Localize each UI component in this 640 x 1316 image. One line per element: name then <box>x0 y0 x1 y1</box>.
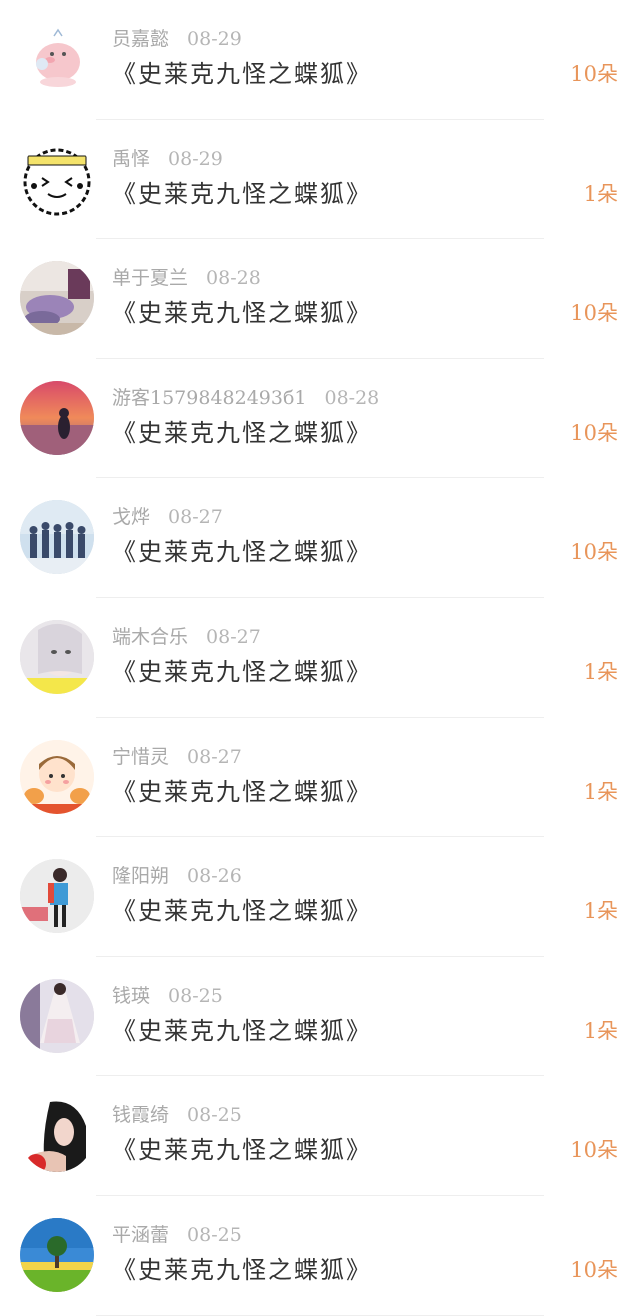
avatar[interactable] <box>20 500 94 575</box>
sender-name: 端木合乐 <box>112 625 189 648</box>
book-title: 《史莱克九怪之蝶狐》 <box>112 538 372 567</box>
sender-name: 单于夏兰 <box>112 267 189 290</box>
book-title: 《史莱克九怪之蝶狐》 <box>112 1136 372 1165</box>
list-item[interactable]: 单于夏兰 08-28 《史莱克九怪之蝶狐》 10朵 <box>0 239 640 359</box>
avatar[interactable] <box>20 380 94 455</box>
avatar[interactable] <box>20 1217 94 1292</box>
avatar[interactable] <box>20 22 94 96</box>
gift-date: 08-25 <box>187 1104 242 1127</box>
sender-name: 隆阳朔 <box>112 865 170 888</box>
book-title: 《史莱克九怪之蝶狐》 <box>112 418 372 447</box>
gift-date: 08-25 <box>187 1223 242 1246</box>
sender-name: 平涵蕾 <box>112 1223 170 1246</box>
gift-date: 08-25 <box>168 984 223 1007</box>
gift-amount: 10朵 <box>570 1257 618 1282</box>
sender-name: 戈烨 <box>112 506 151 529</box>
sender-meta: 宁惜灵 08-27 <box>112 742 242 769</box>
gift-date: 08-29 <box>168 147 223 170</box>
sender-meta: 禹怿 08-29 <box>112 144 223 171</box>
avatar[interactable] <box>20 1098 94 1173</box>
sender-name: 钱霞绮 <box>112 1104 170 1127</box>
book-title: 《史莱克九怪之蝶狐》 <box>112 299 372 328</box>
avatar[interactable] <box>20 261 94 336</box>
list-item[interactable]: 隆阳朔 08-26 《史莱克九怪之蝶狐》 1朵 <box>0 837 640 957</box>
list-item[interactable]: 游客15798482493б1 08-28 《史莱克九怪之蝶狐》 10朵 <box>0 359 640 479</box>
gift-amount: 1朵 <box>583 779 618 804</box>
gift-date: 08-28 <box>324 386 380 409</box>
sender-name: 游客15798482493б1 <box>112 386 307 409</box>
book-title: 《史莱克九怪之蝶狐》 <box>112 179 372 208</box>
list-item[interactable]: 钱瑛 08-25 《史莱克九怪之蝶狐》 1朵 <box>0 957 640 1077</box>
gift-amount: 1朵 <box>583 659 618 684</box>
avatar[interactable] <box>20 859 94 934</box>
list-item[interactable]: 平涵蕾 08-25 《史莱克九怪之蝶狐》 10朵 <box>0 1196 640 1316</box>
gift-amount: 10朵 <box>570 420 618 445</box>
group-photo-avatar <box>20 500 94 575</box>
sender-meta: 员嘉懿 08-29 <box>112 24 242 51</box>
tree-landscape-avatar <box>20 1217 94 1292</box>
avatar[interactable] <box>20 739 94 814</box>
list-item[interactable]: 钱霞绮 08-25 《史莱克九怪之蝶狐》 10朵 <box>0 1076 640 1196</box>
girl-photo-avatar <box>20 619 94 694</box>
sender-meta: 隆阳朔 08-26 <box>112 861 242 888</box>
sender-meta: 平涵蕾 08-25 <box>112 1220 242 1247</box>
gift-amount: 10朵 <box>570 62 618 86</box>
cartoon-girl-avatar <box>20 739 94 814</box>
gift-amount: 10朵 <box>570 301 618 326</box>
cartoon-face-avatar <box>20 141 94 216</box>
sender-meta: 戈烨 08-27 <box>112 502 223 529</box>
gift-amount: 10朵 <box>570 1138 618 1163</box>
woman-portrait-avatar <box>20 1098 94 1173</box>
person-photo-avatar <box>20 859 94 934</box>
avatar[interactable] <box>20 141 94 216</box>
sender-name: 钱瑛 <box>112 984 151 1007</box>
book-title: 《史莱克九怪之蝶狐》 <box>112 657 372 686</box>
list-item[interactable]: 员嘉懿 08-29 《史莱克九怪之蝶狐》 10朵 <box>0 0 640 120</box>
gift-amount: 1朵 <box>583 899 618 924</box>
gift-amount: 1朵 <box>583 181 618 206</box>
sender-name: 宁惜灵 <box>112 745 170 768</box>
gift-date: 08-26 <box>187 865 242 888</box>
gift-amount: 1朵 <box>583 1018 618 1043</box>
sender-name: 员嘉懿 <box>112 28 170 50</box>
sender-name: 禹怿 <box>112 147 151 170</box>
sender-meta: 端木合乐 08-27 <box>112 622 261 649</box>
book-title: 《史莱克九怪之蝶狐》 <box>112 777 372 806</box>
avatar[interactable] <box>20 978 94 1053</box>
sender-meta: 钱霞绮 08-25 <box>112 1100 242 1127</box>
list-item[interactable]: 端木合乐 08-27 《史莱克九怪之蝶狐》 1朵 <box>0 598 640 718</box>
book-title: 《史莱克九怪之蝶狐》 <box>112 60 372 88</box>
dress-photo-avatar <box>20 978 94 1053</box>
book-title: 《史莱克九怪之蝶狐》 <box>112 1255 372 1284</box>
pink-piglet-avatar <box>20 22 94 96</box>
gift-date: 08-27 <box>187 745 242 768</box>
sender-meta: 钱瑛 08-25 <box>112 981 223 1008</box>
gift-date: 08-27 <box>206 625 261 648</box>
list-item[interactable]: 戈烨 08-27 《史莱克九怪之蝶狐》 10朵 <box>0 478 640 598</box>
gift-date: 08-29 <box>187 28 242 50</box>
photo-avatar <box>20 261 94 336</box>
sender-meta: 单于夏兰 08-28 <box>112 263 261 290</box>
gift-date: 08-27 <box>168 506 223 529</box>
gift-date: 08-28 <box>206 267 261 290</box>
avatar[interactable] <box>20 619 94 694</box>
book-title: 《史莱克九怪之蝶狐》 <box>112 897 372 926</box>
sunset-avatar <box>20 380 94 455</box>
sender-meta: 游客15798482493б1 08-28 <box>112 383 379 410</box>
list-item[interactable]: 宁惜灵 08-27 《史莱克九怪之蝶狐》 1朵 <box>0 718 640 838</box>
gift-amount: 10朵 <box>570 540 618 565</box>
book-title: 《史莱克九怪之蝶狐》 <box>112 1016 372 1045</box>
gift-list: 员嘉懿 08-29 《史莱克九怪之蝶狐》 10朵 禹怿 08-29 《史莱克九怪之蝶… <box>0 0 640 1316</box>
list-item[interactable]: 禹怿 08-29 《史莱克九怪之蝶狐》 1朵 <box>0 120 640 240</box>
